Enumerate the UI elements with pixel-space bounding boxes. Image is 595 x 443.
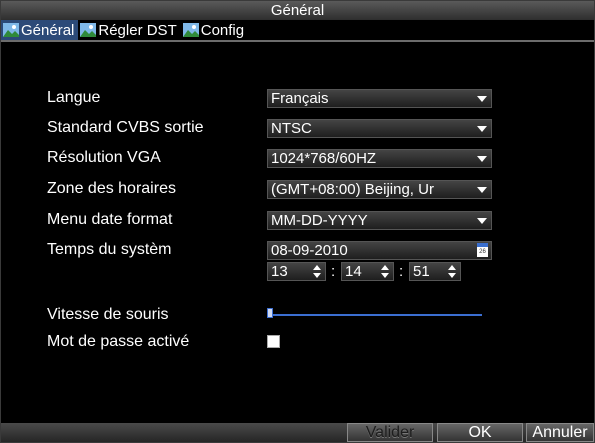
vga-select[interactable]: 1024*768/60HZ	[267, 149, 492, 168]
chevron-down-icon	[477, 187, 487, 193]
tab-label: Général	[21, 21, 75, 39]
calendar-icon[interactable]: 26	[477, 243, 488, 257]
timezone-value: (GMT+08:00) Beijing, Ur	[271, 181, 434, 198]
vga-value: 1024*768/60HZ	[271, 150, 377, 167]
timezone-label: Zone des horaires	[47, 180, 176, 197]
button-bar: Valider OK Annuler	[1, 413, 594, 442]
tab-label: Config	[200, 21, 245, 39]
hour-spinner[interactable]: 13	[267, 262, 326, 281]
mouse-speed-label: Vitesse de souris	[47, 306, 169, 323]
date-format-select[interactable]: MM-DD-YYYY	[267, 211, 492, 230]
cvbs-value: NTSC	[271, 120, 312, 137]
tab-config[interactable]: Config	[181, 20, 248, 40]
password-checkbox[interactable]	[267, 335, 280, 348]
cancel-button[interactable]: Annuler	[526, 423, 594, 442]
cvbs-label: Standard CVBS sortie	[47, 119, 204, 136]
ok-button[interactable]: OK	[437, 423, 523, 442]
apply-button[interactable]: Valider	[347, 423, 433, 442]
chevron-down-icon	[477, 218, 487, 224]
minute-value: 14	[345, 263, 362, 280]
mouse-speed-thumb[interactable]	[267, 308, 273, 318]
password-label: Mot de passe activé	[47, 333, 190, 350]
tab-general[interactable]: Général	[1, 20, 79, 40]
language-label: Langue	[47, 89, 101, 106]
hour-value: 13	[271, 263, 288, 280]
cvbs-select[interactable]: NTSC	[267, 119, 492, 138]
second-spinner[interactable]: 51	[409, 262, 461, 281]
spin-arrows-icon[interactable]	[381, 265, 390, 278]
chevron-down-icon	[477, 126, 487, 132]
chevron-down-icon	[477, 156, 487, 162]
settings-window: Général Général Régler DST Config Langue…	[0, 0, 595, 443]
tab-label: Régler DST	[98, 21, 177, 39]
vga-label: Résolution VGA	[47, 149, 161, 166]
window-title: Général	[1, 1, 594, 20]
date-value: 08-09-2010	[271, 242, 348, 259]
tab-dst[interactable]: Régler DST	[78, 20, 180, 40]
language-value: Français	[271, 90, 329, 107]
mouse-speed-track[interactable]	[267, 314, 482, 316]
landscape-icon	[3, 23, 19, 37]
minute-spinner[interactable]: 14	[341, 262, 394, 281]
date-format-value: MM-DD-YYYY	[271, 212, 368, 229]
spin-arrows-icon[interactable]	[313, 265, 322, 278]
second-value: 51	[413, 263, 430, 280]
tab-bar: Général Régler DST Config	[1, 20, 594, 59]
time-separator: :	[399, 263, 404, 280]
spin-arrows-icon[interactable]	[448, 265, 457, 278]
chevron-down-icon	[477, 96, 487, 102]
date-field[interactable]: 08-09-2010 26	[267, 241, 492, 260]
landscape-icon	[80, 23, 97, 37]
settings-panel: Langue Français Standard CVBS sortie NTS…	[1, 61, 594, 411]
landscape-icon	[182, 23, 199, 37]
timezone-select[interactable]: (GMT+08:00) Beijing, Ur	[267, 180, 492, 199]
tab-divider	[1, 40, 594, 42]
language-select[interactable]: Français	[267, 89, 492, 108]
system-time-label: Temps du systèm	[47, 241, 172, 258]
time-separator: :	[331, 263, 336, 280]
date-format-label: Menu date format	[47, 211, 173, 228]
